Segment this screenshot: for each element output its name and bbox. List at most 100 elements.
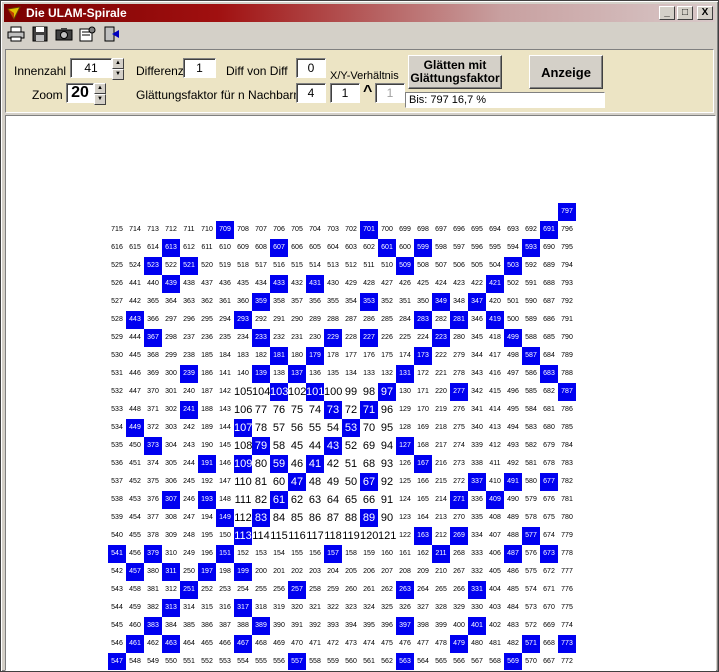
spiral-cell: 429 bbox=[345, 280, 357, 287]
spiral-cell: 432 bbox=[291, 280, 303, 287]
spiral-cell: 787 bbox=[558, 383, 576, 401]
spin-up-icon[interactable]: ▲ bbox=[112, 58, 124, 69]
spiral-cell: 542 bbox=[111, 568, 123, 575]
spiral-cell: 111 bbox=[234, 494, 252, 506]
spiral-cell: 185 bbox=[201, 352, 213, 359]
ulam-spiral-canvas[interactable]: 41 42 43 44 45 46 47 48 49 50 51 52 53 54 55 56 57 58 59 60… bbox=[5, 115, 716, 671]
spiral-cell: 545 bbox=[111, 622, 123, 629]
spiral-cell: 320 bbox=[291, 604, 303, 611]
spiral-cell: 683 bbox=[540, 365, 558, 383]
camera-icon[interactable] bbox=[53, 24, 75, 44]
spiral-cell: 603 bbox=[345, 244, 357, 251]
spiral-grid: 41 42 43 44 45 46 47 48 49 50 51 52 53 54 55 56 57 58 59 60… bbox=[6, 116, 715, 670]
differenz-input[interactable]: 1 bbox=[183, 58, 216, 78]
zoom-input[interactable]: 20 bbox=[66, 83, 94, 103]
spiral-cell: 576 bbox=[525, 550, 537, 557]
spiral-cell: 81 bbox=[254, 476, 268, 488]
settings-icon[interactable] bbox=[77, 24, 99, 44]
anzeige-button[interactable]: Anzeige bbox=[529, 55, 603, 89]
spiral-cell: 604 bbox=[327, 244, 339, 251]
spiral-cell: 261 bbox=[363, 586, 375, 593]
spiral-cell: 82 bbox=[254, 494, 268, 506]
spin-down-icon[interactable]: ▼ bbox=[112, 69, 124, 80]
spiral-cell: 93 bbox=[380, 458, 394, 470]
spiral-cell: 505 bbox=[471, 262, 483, 269]
spiral-cell: 420 bbox=[489, 298, 501, 305]
spiral-cell: 562 bbox=[381, 658, 393, 665]
spiral-cell: 611 bbox=[201, 244, 213, 251]
spiral-cell: 433 bbox=[270, 275, 288, 293]
spiral-cell: 518 bbox=[237, 262, 249, 269]
spin-down-icon[interactable]: ▼ bbox=[94, 94, 106, 105]
spiral-cell: 215 bbox=[435, 478, 447, 485]
spiral-cell: 182 bbox=[255, 352, 267, 359]
spiral-cell: 392 bbox=[309, 622, 321, 629]
close-button[interactable]: X bbox=[697, 6, 713, 20]
spiral-cell: 217 bbox=[435, 442, 447, 449]
spiral-cell: 522 bbox=[165, 262, 177, 269]
spiral-cell: 265 bbox=[435, 586, 447, 593]
spiral-cell: 87 bbox=[326, 512, 340, 524]
save-icon[interactable] bbox=[29, 24, 51, 44]
spiral-cell: 547 bbox=[108, 653, 126, 670]
spiral-cell: 337 bbox=[468, 473, 486, 491]
spiral-cell: 240 bbox=[183, 388, 195, 395]
spiral-cell: 458 bbox=[129, 586, 141, 593]
spiral-cell: 530 bbox=[111, 352, 123, 359]
spiral-cell: 151 bbox=[216, 545, 234, 563]
spiral-cell: 286 bbox=[363, 316, 375, 323]
spiral-cell: 367 bbox=[144, 329, 162, 347]
spiral-cell: 186 bbox=[201, 370, 213, 377]
spiral-cell: 467 bbox=[234, 635, 252, 653]
spiral-cell: 544 bbox=[111, 604, 123, 611]
spiral-cell: 297 bbox=[165, 316, 177, 323]
innenzahl-spinner[interactable]: ▲ ▼ bbox=[112, 58, 124, 80]
spiral-cell: 404 bbox=[489, 586, 501, 593]
print-icon[interactable] bbox=[5, 24, 27, 44]
spiral-cell: 437 bbox=[201, 280, 213, 287]
spiral-cell: 137 bbox=[288, 365, 306, 383]
spiral-cell: 566 bbox=[453, 658, 465, 665]
xy-ratio-input[interactable]: 1 bbox=[330, 83, 360, 103]
spiral-cell: 296 bbox=[183, 316, 195, 323]
innenzahl-input[interactable]: 41 bbox=[70, 58, 112, 78]
spiral-cell: 710 bbox=[201, 226, 213, 233]
spiral-cell: 135 bbox=[327, 370, 339, 377]
diff-von-diff-input[interactable]: 0 bbox=[296, 58, 326, 78]
spiral-cell: 521 bbox=[180, 257, 198, 275]
spiral-cell: 673 bbox=[540, 545, 558, 563]
spiral-cell: 551 bbox=[183, 658, 195, 665]
spiral-cell: 459 bbox=[129, 604, 141, 611]
spiral-cell: 699 bbox=[399, 226, 411, 233]
spiral-cell: 292 bbox=[255, 316, 267, 323]
spiral-cell: 255 bbox=[255, 586, 267, 593]
spiral-cell: 150 bbox=[219, 532, 231, 539]
spiral-cell: 284 bbox=[399, 316, 411, 323]
spiral-cell: 346 bbox=[471, 316, 483, 323]
title-bar[interactable]: Die ULAM-Spirale _ □ X bbox=[4, 4, 715, 22]
glaetten-button[interactable]: Glätten mit Glättungsfaktor bbox=[408, 55, 502, 89]
exit-icon[interactable] bbox=[101, 24, 123, 44]
glaettung-input[interactable]: 4 bbox=[296, 83, 326, 103]
spiral-cell: 362 bbox=[201, 298, 213, 305]
spiral-cell: 342 bbox=[471, 388, 483, 395]
spiral-cell: 47 bbox=[288, 473, 306, 491]
spiral-cell: 317 bbox=[234, 599, 252, 617]
spiral-cell: 499 bbox=[504, 329, 522, 347]
maximize-button[interactable]: □ bbox=[677, 6, 693, 20]
spiral-cell: 431 bbox=[306, 275, 324, 293]
spiral-cell: 350 bbox=[417, 298, 429, 305]
spiral-cell: 419 bbox=[486, 311, 504, 329]
spiral-cell: 667 bbox=[543, 658, 555, 665]
spiral-cell: 338 bbox=[471, 460, 483, 467]
spiral-cell: 89 bbox=[360, 509, 378, 527]
minimize-button[interactable]: _ bbox=[659, 6, 675, 20]
spiral-cell: 488 bbox=[507, 532, 519, 539]
spiral-cell: 334 bbox=[471, 532, 483, 539]
spiral-cell: 681 bbox=[543, 406, 555, 413]
spiral-cell: 474 bbox=[363, 640, 375, 647]
spiral-cell: 266 bbox=[453, 586, 465, 593]
spin-up-icon[interactable]: ▲ bbox=[94, 83, 106, 94]
zoom-spinner[interactable]: ▲ ▼ bbox=[94, 83, 106, 105]
spiral-cell: 425 bbox=[417, 280, 429, 287]
